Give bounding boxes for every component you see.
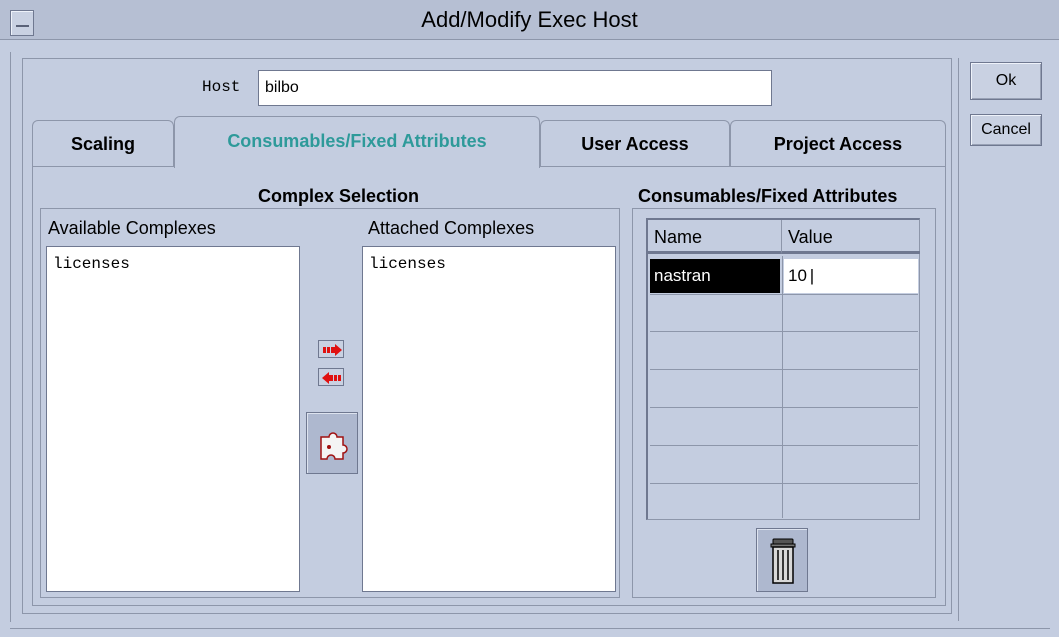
table-cell-value[interactable]: 10|: [784, 259, 918, 293]
attached-complexes-label: Attached Complexes: [368, 218, 535, 238]
menu-dash-icon: [16, 25, 29, 27]
column-header-value[interactable]: Value: [782, 220, 920, 254]
table-row-divider: [650, 445, 918, 446]
available-complexes-list[interactable]: licenses: [46, 246, 300, 592]
delete-row-button[interactable]: [756, 528, 808, 592]
host-input[interactable]: bilbo: [258, 70, 772, 106]
trash-icon: [770, 538, 796, 584]
table-row-divider: [650, 407, 918, 408]
tab-baseline: [540, 166, 946, 167]
tab-user-access[interactable]: User Access: [540, 120, 730, 166]
ok-button[interactable]: Ok: [970, 62, 1042, 100]
column-header-name[interactable]: Name: [648, 220, 782, 254]
left-arrow-icon: [322, 372, 341, 384]
table-cell-name[interactable]: nastran: [650, 259, 780, 293]
tab-baseline: [32, 166, 174, 167]
puzzle-icon: [320, 432, 348, 460]
window-title: Add/Modify Exec Host: [421, 7, 638, 32]
remove-complex-button[interactable]: [318, 368, 344, 386]
right-arrow-icon: [323, 344, 342, 356]
table-row-divider: [650, 483, 918, 484]
list-item[interactable]: licenses: [363, 247, 615, 273]
cell-value-text: 10: [788, 266, 807, 285]
column-divider: [782, 256, 783, 518]
consumables-title: Consumables/Fixed Attributes: [636, 186, 900, 207]
available-complexes-label: Available Complexes: [48, 218, 216, 238]
list-item[interactable]: licenses: [47, 247, 299, 273]
complex-selection-title: Complex Selection: [255, 186, 423, 207]
tab-scaling[interactable]: Scaling: [32, 120, 174, 166]
text-cursor: |: [806, 268, 818, 287]
table-row-divider: [650, 331, 918, 332]
table-row-divider: [650, 369, 918, 370]
host-label: Host: [202, 78, 241, 96]
frame-left-edge: [10, 52, 18, 622]
table-row-divider: [650, 294, 918, 295]
window-menu-button[interactable]: [10, 10, 34, 36]
attached-complexes-list[interactable]: licenses: [362, 246, 616, 592]
complex-config-button[interactable]: [306, 412, 358, 474]
tab-consumables-fixed-attributes[interactable]: Consumables/Fixed Attributes: [174, 116, 540, 168]
frame-bottom-edge: [10, 628, 1050, 629]
add-complex-button[interactable]: [318, 340, 344, 358]
tab-project-access[interactable]: Project Access: [730, 120, 946, 166]
cancel-button[interactable]: Cancel: [970, 114, 1042, 146]
